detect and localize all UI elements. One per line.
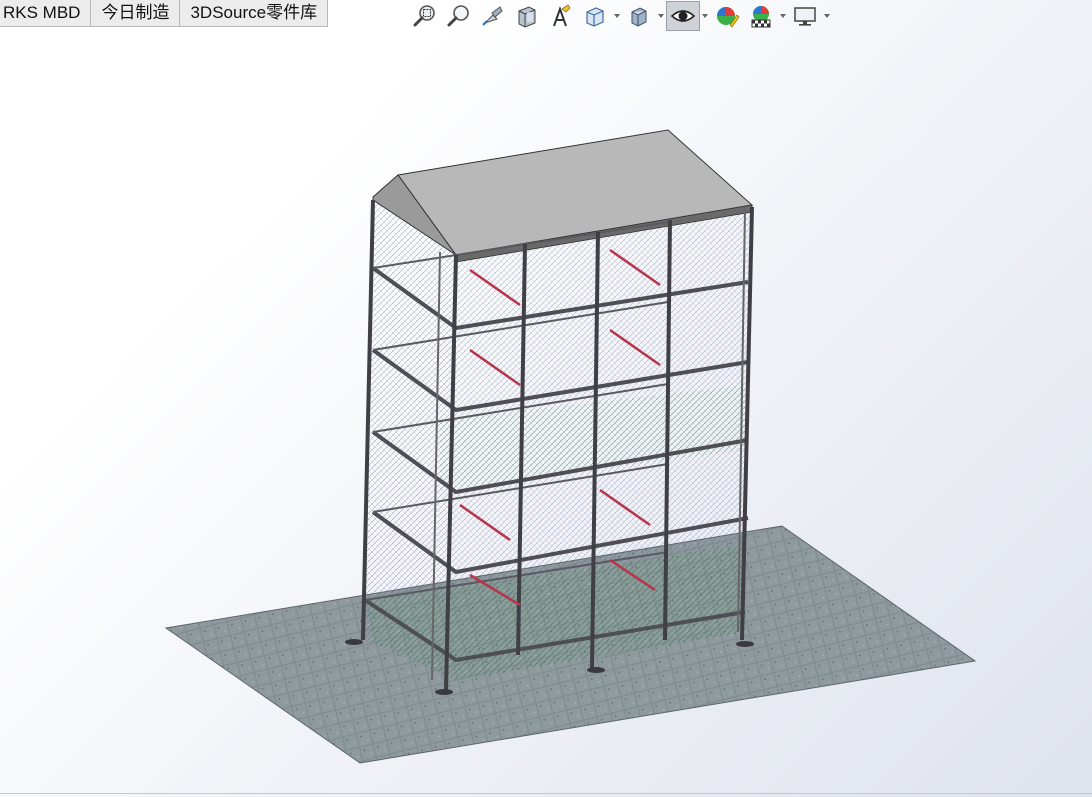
cage-rack-model[interactable] (345, 129, 754, 695)
dynamic-annotation-button[interactable] (544, 1, 578, 31)
view-settings-dropdown[interactable] (822, 1, 832, 31)
section-view-button[interactable] (510, 1, 544, 31)
hide-show-items-dropdown[interactable] (700, 1, 710, 31)
graphics-area[interactable] (0, 32, 1092, 797)
tab-rks-mbd[interactable]: RKS MBD (0, 0, 92, 27)
zoom-to-area-icon (447, 5, 469, 27)
previous-view-icon (482, 6, 503, 26)
tab-today-manufacturing[interactable]: 今日制造 (91, 0, 181, 27)
apply-scene-dropdown[interactable] (778, 1, 788, 31)
display-style-icon (631, 7, 647, 27)
zoom-to-fit-button[interactable] (408, 1, 442, 31)
apply-scene-button[interactable] (744, 1, 778, 31)
display-style-dropdown[interactable] (656, 1, 666, 31)
chevron-down-icon (702, 14, 708, 18)
dynamic-annotation-views-icon (553, 4, 571, 27)
chevron-down-icon (614, 14, 620, 18)
view-settings-icon (794, 7, 816, 26)
heads-up-view-toolbar (408, 0, 832, 32)
edit-appearance-button[interactable] (710, 1, 744, 31)
command-manager-tabs: RKS MBD 今日制造 3DSource零件库 (0, 0, 329, 27)
chevron-down-icon (824, 14, 830, 18)
chevron-down-icon (658, 14, 664, 18)
previous-view-button[interactable] (476, 1, 510, 31)
view-orientation-icon (586, 7, 604, 27)
view-settings-button[interactable] (788, 1, 822, 31)
display-style-button[interactable] (622, 1, 656, 31)
chevron-down-icon (780, 14, 786, 18)
view-orientation-dropdown[interactable] (612, 1, 622, 31)
apply-scene-icon (751, 6, 771, 28)
status-divider (0, 793, 1092, 794)
view-orientation-button[interactable] (578, 1, 612, 31)
tab-3dsource-library[interactable]: 3DSource零件库 (180, 0, 329, 27)
zoom-to-area-button[interactable] (442, 1, 476, 31)
edit-appearance-icon (717, 7, 740, 28)
hide-show-items-button[interactable] (666, 1, 700, 31)
hide-show-items-icon (670, 10, 696, 22)
zoom-to-fit-icon (413, 5, 435, 27)
section-view-icon (518, 6, 536, 28)
